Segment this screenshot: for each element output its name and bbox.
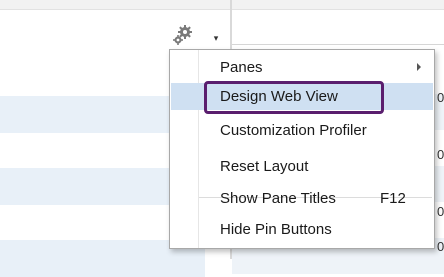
peek-value: 0 <box>437 90 444 105</box>
menu-item-label: Customization Profiler <box>220 122 367 139</box>
menu-item-hide-pin-buttons[interactable]: Hide Pin Buttons <box>171 216 433 243</box>
settings-button[interactable] <box>172 24 194 46</box>
highlight-frame <box>204 81 384 114</box>
menu-item-customization-profiler[interactable]: Customization Profiler <box>171 117 433 144</box>
right-panel-header-line <box>232 44 444 45</box>
chevron-down-icon[interactable]: ▾ <box>210 33 222 43</box>
menu-item-shortcut: F12 <box>380 190 406 207</box>
menu-item-label: Hide Pin Buttons <box>220 221 332 238</box>
menu-item-reset-layout[interactable]: Reset Layout <box>171 153 433 180</box>
gear-icon <box>173 25 192 45</box>
peek-value: 0 <box>437 147 444 162</box>
menu-item-label: Show Pane Titles <box>220 190 336 207</box>
top-toolbar-strip <box>0 0 444 10</box>
menu-item-show-pane-titles[interactable]: Show Pane Titles F12 <box>171 185 433 212</box>
settings-menu: Panes Design Web View Customization Prof… <box>169 49 435 249</box>
peek-value: 0 <box>437 239 444 254</box>
submenu-arrow-icon <box>417 63 421 71</box>
menu-item-label: Reset Layout <box>220 158 309 175</box>
menu-item-label: Panes <box>220 59 263 76</box>
peek-value: 0 <box>437 204 444 219</box>
menu-item-panes[interactable]: Panes <box>171 54 433 81</box>
